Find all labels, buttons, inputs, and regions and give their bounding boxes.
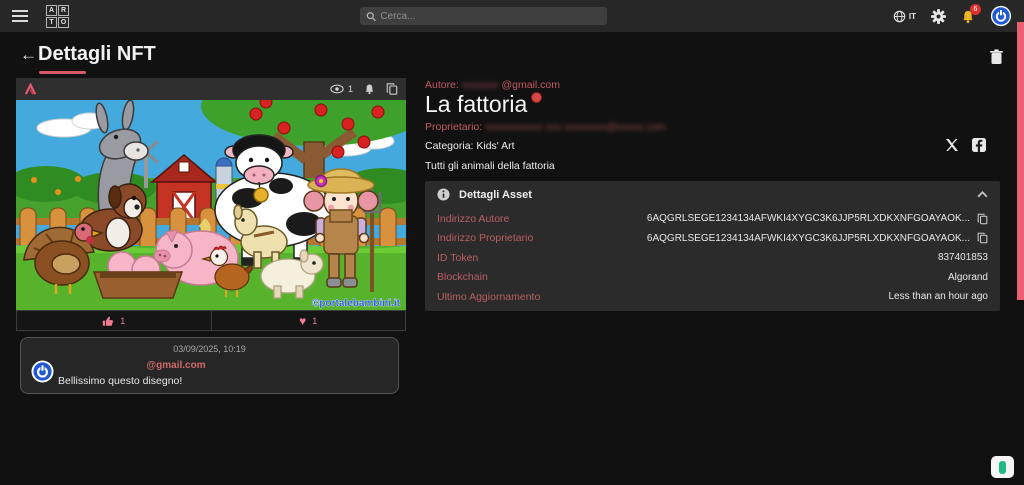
nft-image[interactable]: ©portalebambini.it <box>16 100 406 310</box>
extension-icon <box>999 461 1006 474</box>
author-redacted: xxxxxxx <box>462 79 499 91</box>
favorite-button[interactable]: ♥ 1 <box>211 311 406 330</box>
copy-owner-address-button[interactable] <box>977 232 988 244</box>
asset-details-panel: Dettagli Asset Indirizzo Autore 6AQGRLSE… <box>425 181 1000 311</box>
copy-icon <box>977 213 988 225</box>
gear-icon <box>931 9 946 24</box>
author-line: Autore: xxxxxxx @gmail.com <box>425 79 560 91</box>
search-bar[interactable] <box>360 7 607 25</box>
logo-letter: T <box>46 17 57 28</box>
owner-label: Proprietario: <box>425 121 482 133</box>
nft-title: La fattoria <box>425 91 542 118</box>
heart-icon: ♥ <box>299 315 306 327</box>
page-title: Dettagli NFT <box>38 43 156 66</box>
settings-button[interactable] <box>931 9 946 24</box>
comment-author-email[interactable]: @gmail.com <box>61 360 291 371</box>
main-content: ← Dettagli NFT 1 <box>0 32 1024 485</box>
comment-avatar <box>31 360 54 383</box>
reactions-bar: 1 ♥ 1 <box>16 310 406 331</box>
subscribe-bell-icon[interactable] <box>364 83 375 95</box>
logout-button[interactable] <box>990 5 1012 27</box>
globe-icon <box>893 10 906 23</box>
author-label: Autore: <box>425 79 459 91</box>
logo-letter: A <box>46 5 57 16</box>
like-count: 1 <box>120 316 125 326</box>
logo-letter: O <box>58 17 69 28</box>
share-buttons <box>945 138 986 152</box>
asset-panel-header[interactable]: Dettagli Asset <box>425 181 1000 206</box>
asset-row-last-update: Ultimo Aggiornamento Less than an hour a… <box>437 287 988 307</box>
asset-row-author-address: Indirizzo Autore 6AQGRLSEGE1234134AFWKI4… <box>437 209 988 229</box>
asset-row-blockchain: Blockchain Algorand <box>437 268 988 288</box>
watermark-text: ©portalebambini.it <box>312 298 401 309</box>
asset-row-owner-address: Indirizzo Proprietario 6AQGRLSEGE1234134… <box>437 229 988 249</box>
views-count: 1 <box>348 84 353 94</box>
search-icon <box>366 11 376 22</box>
logo-letter: R <box>58 5 69 16</box>
favorite-count: 1 <box>312 316 317 326</box>
language-code: IT <box>909 12 916 21</box>
nft-status-badge <box>531 92 542 103</box>
language-selector[interactable]: IT <box>893 10 916 23</box>
menu-icon[interactable] <box>12 7 30 25</box>
top-navbar: A R T O IT <box>0 0 1024 32</box>
power-icon <box>990 5 1012 27</box>
browser-extension-button[interactable] <box>991 456 1014 478</box>
facebook-icon[interactable] <box>972 138 986 152</box>
arto-logo[interactable]: A R T O <box>46 5 69 28</box>
comment-date: 03/09/2025, 10:19 <box>21 344 398 354</box>
comment-card: 03/09/2025, 10:19 @gmail.com Bellissimo … <box>20 337 399 394</box>
asset-panel-title: Dettagli Asset <box>459 189 532 201</box>
asset-rows: Indirizzo Autore 6AQGRLSEGE1234134AFWKI4… <box>425 206 1000 307</box>
copy-author-address-button[interactable] <box>977 213 988 225</box>
delete-button[interactable] <box>990 49 1003 70</box>
nft-category: Categoria: Kids' Art <box>425 140 515 152</box>
copy-icon <box>977 232 988 244</box>
comment-text: Bellissimo questo disegno! <box>58 375 182 387</box>
nft-card: 1 <box>16 78 406 331</box>
notifications-button[interactable]: 6 <box>961 9 975 24</box>
asset-row-token-id: ID Token 837401853 <box>437 248 988 268</box>
trash-icon <box>990 49 1003 65</box>
chevron-up-icon[interactable] <box>977 191 988 198</box>
arto-mark-icon <box>24 83 37 96</box>
back-button[interactable]: ← <box>20 45 37 65</box>
search-input[interactable] <box>380 11 601 22</box>
scrollbar[interactable] <box>1017 22 1024 300</box>
notification-badge: 6 <box>970 4 981 15</box>
views-icon <box>330 84 344 94</box>
nft-card-header: 1 <box>16 78 406 100</box>
like-button[interactable]: 1 <box>17 311 211 330</box>
owner-redacted: xxxxxxxxxxx xxx xxxxxxxx@xxxxx.com <box>485 121 666 133</box>
info-icon <box>437 188 450 201</box>
owner-line: Proprietario: xxxxxxxxxxx xxx xxxxxxxx@x… <box>425 121 666 133</box>
x-twitter-icon[interactable] <box>945 138 959 152</box>
nft-description: Tutti gli animali della fattoria <box>425 160 555 172</box>
thumbs-up-icon <box>102 315 114 327</box>
title-underline <box>39 71 86 74</box>
author-email[interactable]: @gmail.com <box>501 79 560 91</box>
copy-icon[interactable] <box>386 83 398 95</box>
